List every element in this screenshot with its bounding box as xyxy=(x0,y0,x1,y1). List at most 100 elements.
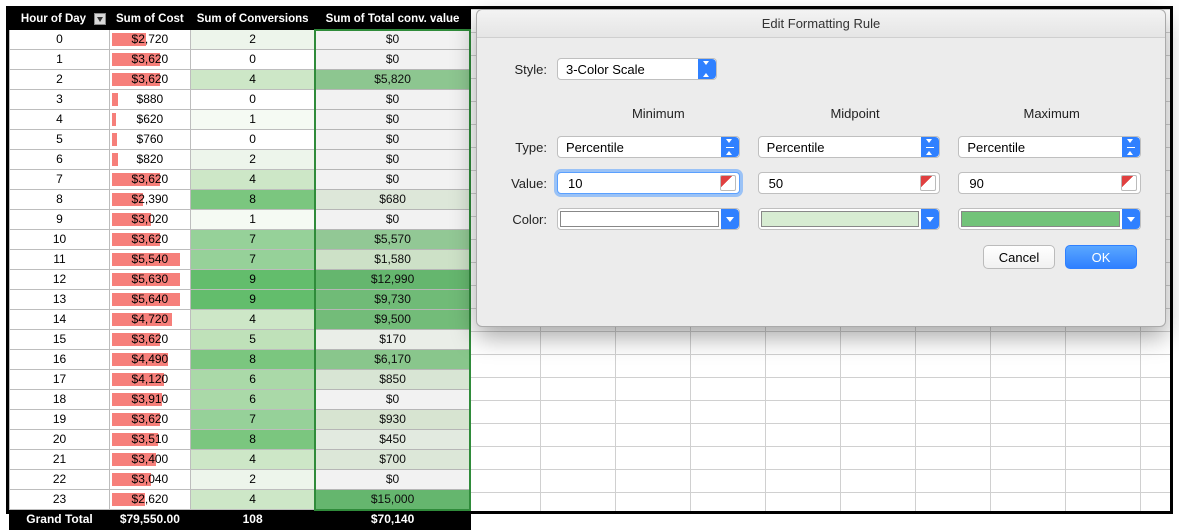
table-row[interactable]: 8$2,3908$680 xyxy=(10,190,471,210)
cell-conversions[interactable]: 1 xyxy=(190,110,315,130)
cell-hour[interactable]: 11 xyxy=(10,250,110,270)
cell-total-conv-value[interactable]: $1,580 xyxy=(315,250,470,270)
cell-total-conv-value[interactable]: $0 xyxy=(315,470,470,490)
cell-total-conv-value[interactable]: $0 xyxy=(315,90,470,110)
table-row[interactable]: 5$7600$0 xyxy=(10,130,471,150)
cell-conversions[interactable]: 4 xyxy=(190,170,315,190)
cell-cost[interactable]: $3,040 xyxy=(110,470,191,490)
cell-total-conv-value[interactable]: $9,500 xyxy=(315,310,470,330)
cell-hour[interactable]: 14 xyxy=(10,310,110,330)
mid-value-input[interactable] xyxy=(758,172,941,194)
table-row[interactable]: 22$3,0402$0 xyxy=(10,470,471,490)
cell-hour[interactable]: 3 xyxy=(10,90,110,110)
table-row[interactable]: 17$4,1206$850 xyxy=(10,370,471,390)
cell-total-conv-value[interactable]: $0 xyxy=(315,210,470,230)
cell-conversions[interactable]: 6 xyxy=(190,370,315,390)
table-row[interactable]: 21$3,4004$700 xyxy=(10,450,471,470)
cell-conversions[interactable]: 2 xyxy=(190,470,315,490)
cell-cost[interactable]: $5,640 xyxy=(110,290,191,310)
range-picker-icon[interactable] xyxy=(920,175,936,191)
cell-conversions[interactable]: 4 xyxy=(190,310,315,330)
cell-hour[interactable]: 19 xyxy=(10,410,110,430)
cell-cost[interactable]: $4,720 xyxy=(110,310,191,330)
cell-cost[interactable]: $2,390 xyxy=(110,190,191,210)
cell-total-conv-value[interactable]: $12,990 xyxy=(315,270,470,290)
table-row[interactable]: 7$3,6204$0 xyxy=(10,170,471,190)
pivot-table[interactable]: Hour of Day Sum of Cost Sum of Conversio… xyxy=(9,9,471,530)
cell-hour[interactable]: 2 xyxy=(10,70,110,90)
min-type-select[interactable]: Percentile xyxy=(557,136,740,158)
cell-total-conv-value[interactable]: $0 xyxy=(315,130,470,150)
ok-button[interactable]: OK xyxy=(1065,245,1137,269)
cell-conversions[interactable]: 1 xyxy=(190,210,315,230)
max-type-select[interactable]: Percentile xyxy=(958,136,1141,158)
cell-cost[interactable]: $620 xyxy=(110,110,191,130)
cell-cost[interactable]: $5,630 xyxy=(110,270,191,290)
cell-hour[interactable]: 23 xyxy=(10,490,110,510)
style-select[interactable]: 3-Color Scale xyxy=(557,58,717,80)
range-picker-icon[interactable] xyxy=(720,175,736,191)
cell-cost[interactable]: $3,620 xyxy=(110,170,191,190)
cell-total-conv-value[interactable]: $9,730 xyxy=(315,290,470,310)
col-sum-total-conv-value[interactable]: Sum of Total conv. value xyxy=(315,10,470,30)
cell-cost[interactable]: $3,620 xyxy=(110,70,191,90)
cancel-button[interactable]: Cancel xyxy=(983,245,1055,269)
cell-conversions[interactable]: 9 xyxy=(190,270,315,290)
cell-total-conv-value[interactable]: $930 xyxy=(315,410,470,430)
cell-hour[interactable]: 0 xyxy=(10,30,110,50)
mid-type-select[interactable]: Percentile xyxy=(758,136,941,158)
cell-cost[interactable]: $3,620 xyxy=(110,330,191,350)
cell-total-conv-value[interactable]: $680 xyxy=(315,190,470,210)
table-row[interactable]: 2$3,6204$5,820 xyxy=(10,70,471,90)
max-value-field[interactable] xyxy=(967,175,1118,192)
cell-hour[interactable]: 8 xyxy=(10,190,110,210)
cell-total-conv-value[interactable]: $0 xyxy=(315,390,470,410)
max-value-input[interactable] xyxy=(958,172,1141,194)
cell-cost[interactable]: $3,620 xyxy=(110,230,191,250)
cell-hour[interactable]: 17 xyxy=(10,370,110,390)
mid-value-field[interactable] xyxy=(767,175,918,192)
cell-total-conv-value[interactable]: $170 xyxy=(315,330,470,350)
cell-cost[interactable]: $3,510 xyxy=(110,430,191,450)
min-value-input[interactable] xyxy=(557,172,740,194)
cell-conversions[interactable]: 4 xyxy=(190,450,315,470)
cell-cost[interactable]: $3,910 xyxy=(110,390,191,410)
cell-conversions[interactable]: 7 xyxy=(190,230,315,250)
cell-total-conv-value[interactable]: $450 xyxy=(315,430,470,450)
cell-conversions[interactable]: 7 xyxy=(190,410,315,430)
table-row[interactable]: 20$3,5108$450 xyxy=(10,430,471,450)
cell-conversions[interactable]: 8 xyxy=(190,430,315,450)
cell-conversions[interactable]: 8 xyxy=(190,350,315,370)
table-row[interactable]: 0$2,7202$0 xyxy=(10,30,471,50)
cell-hour[interactable]: 18 xyxy=(10,390,110,410)
table-row[interactable]: 23$2,6204$15,000 xyxy=(10,490,471,510)
cell-cost[interactable]: $5,540 xyxy=(110,250,191,270)
cell-total-conv-value[interactable]: $0 xyxy=(315,50,470,70)
cell-total-conv-value[interactable]: $0 xyxy=(315,30,470,50)
cell-total-conv-value[interactable]: $15,000 xyxy=(315,490,470,510)
min-value-field[interactable] xyxy=(566,175,717,192)
cell-total-conv-value[interactable]: $850 xyxy=(315,370,470,390)
cell-conversions[interactable]: 7 xyxy=(190,250,315,270)
cell-hour[interactable]: 4 xyxy=(10,110,110,130)
table-row[interactable]: 18$3,9106$0 xyxy=(10,390,471,410)
table-row[interactable]: 6$8202$0 xyxy=(10,150,471,170)
cell-hour[interactable]: 10 xyxy=(10,230,110,250)
table-row[interactable]: 13$5,6409$9,730 xyxy=(10,290,471,310)
table-row[interactable]: 19$3,6207$930 xyxy=(10,410,471,430)
table-row[interactable]: 4$6201$0 xyxy=(10,110,471,130)
table-row[interactable]: 11$5,5407$1,580 xyxy=(10,250,471,270)
cell-hour[interactable]: 7 xyxy=(10,170,110,190)
cell-conversions[interactable]: 4 xyxy=(190,70,315,90)
cell-total-conv-value[interactable]: $0 xyxy=(315,170,470,190)
cell-conversions[interactable]: 2 xyxy=(190,150,315,170)
range-picker-icon[interactable] xyxy=(1121,175,1137,191)
cell-hour[interactable]: 15 xyxy=(10,330,110,350)
cell-hour[interactable]: 21 xyxy=(10,450,110,470)
cell-hour[interactable]: 22 xyxy=(10,470,110,490)
cell-hour[interactable]: 6 xyxy=(10,150,110,170)
cell-hour[interactable]: 5 xyxy=(10,130,110,150)
table-row[interactable]: 12$5,6309$12,990 xyxy=(10,270,471,290)
cell-total-conv-value[interactable]: $0 xyxy=(315,150,470,170)
cell-hour[interactable]: 1 xyxy=(10,50,110,70)
